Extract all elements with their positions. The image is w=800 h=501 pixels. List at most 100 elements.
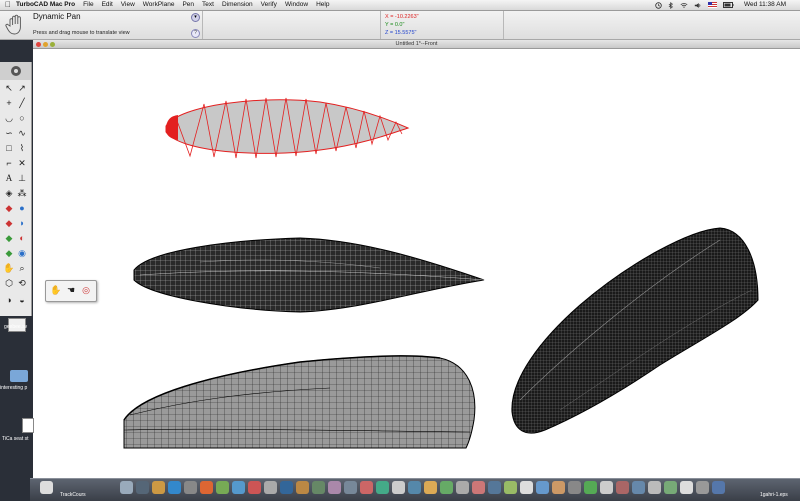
- preview-icon[interactable]: [232, 481, 245, 494]
- pan-tool-icon[interactable]: ✋: [3, 262, 15, 274]
- battery-icon[interactable]: [722, 2, 734, 8]
- hatch-tool-icon[interactable]: ◈: [3, 187, 15, 199]
- dock-app-18-icon[interactable]: [392, 481, 405, 494]
- garageband-icon[interactable]: [296, 481, 309, 494]
- walk-tool-icon[interactable]: ◒: [16, 294, 28, 306]
- dock-app-32-icon[interactable]: [616, 481, 629, 494]
- line-tool-icon[interactable]: ╱: [16, 97, 28, 109]
- dashboard-icon[interactable]: [136, 481, 149, 494]
- menu-file[interactable]: File: [83, 0, 93, 10]
- menu-dimension[interactable]: Dimension: [222, 0, 253, 10]
- imovie-icon[interactable]: [280, 481, 293, 494]
- apple-menu-icon[interactable]: : [0, 0, 16, 10]
- view-cube-icon[interactable]: ⬡: [3, 277, 15, 289]
- menu-verify[interactable]: Verify: [261, 0, 277, 10]
- hand-flyout-icon[interactable]: ☚: [65, 284, 77, 296]
- text-tool-icon[interactable]: A: [3, 172, 15, 184]
- toolbox-header[interactable]: [0, 62, 31, 80]
- tool-dropdown-button[interactable]: ▾: [191, 13, 200, 22]
- dock-app-26-icon[interactable]: [520, 481, 533, 494]
- flag-us-icon[interactable]: [707, 2, 717, 8]
- wifi-icon[interactable]: [680, 2, 688, 9]
- loft-tool-icon[interactable]: ◆: [3, 247, 15, 259]
- menu-pen[interactable]: Pen: [182, 0, 194, 10]
- acrobat-icon[interactable]: [360, 481, 373, 494]
- curve-tool-icon[interactable]: ∽: [3, 127, 15, 139]
- extrude-tool-icon[interactable]: ◆: [3, 232, 15, 244]
- hull-3d-mesh[interactable]: [511, 227, 759, 434]
- menu-help[interactable]: Help: [316, 0, 329, 10]
- dock-app-33-icon[interactable]: [632, 481, 645, 494]
- dock-app-38-icon[interactable]: [712, 481, 725, 494]
- volume-icon[interactable]: [694, 2, 702, 9]
- dock-app-icon[interactable]: [40, 481, 53, 494]
- document-titlebar[interactable]: Untitled 1*--Front: [33, 40, 800, 49]
- node-select-icon[interactable]: ↗: [16, 82, 28, 94]
- fuselage-side-mesh[interactable]: [133, 237, 485, 313]
- dock-app-24-icon[interactable]: [488, 481, 501, 494]
- orbit-flyout-icon[interactable]: ◎: [80, 284, 92, 296]
- orbit-tool-icon[interactable]: ⟲: [16, 277, 28, 289]
- ichat-icon[interactable]: [184, 481, 197, 494]
- ical-icon[interactable]: [216, 481, 229, 494]
- dock-app-21-icon[interactable]: [440, 481, 453, 494]
- rectangle-tool-icon[interactable]: □: [3, 142, 15, 154]
- arc-tool-icon[interactable]: ◡: [3, 112, 15, 124]
- revolve-tool-icon[interactable]: ◐: [16, 232, 28, 244]
- desktop-icon-file-3[interactable]: [22, 418, 34, 433]
- dock-app-19-icon[interactable]: [408, 481, 421, 494]
- gear-icon[interactable]: [6, 64, 26, 78]
- zoom-button[interactable]: [50, 41, 55, 47]
- pan-flyout-icon[interactable]: ✋: [50, 284, 62, 296]
- hull-bottom-mesh[interactable]: [123, 355, 476, 449]
- dock-app-30-icon[interactable]: [584, 481, 597, 494]
- itunes-icon[interactable]: [248, 481, 261, 494]
- folder-icon[interactable]: [10, 370, 28, 382]
- dock-app-27-icon[interactable]: [536, 481, 549, 494]
- menu-edit[interactable]: Edit: [102, 0, 113, 10]
- app-menu[interactable]: TurboCAD Mac Pro: [16, 0, 75, 10]
- cylinder-tool-icon[interactable]: ◆: [3, 217, 15, 229]
- delete-segment-icon[interactable]: ✕: [16, 157, 28, 169]
- menu-text[interactable]: Text: [202, 0, 214, 10]
- menu-view[interactable]: View: [121, 0, 135, 10]
- dock-app-34-icon[interactable]: [648, 481, 661, 494]
- help-button[interactable]: ?: [191, 29, 200, 38]
- boolean-tool-icon[interactable]: ◉: [16, 247, 28, 259]
- menubar-clock[interactable]: Wed 11:38 AM: [744, 0, 786, 10]
- dock-app-36-icon[interactable]: [680, 481, 693, 494]
- drawing-canvas[interactable]: [33, 49, 800, 479]
- spline-tool-icon[interactable]: ∿: [16, 127, 28, 139]
- dock-app-29-icon[interactable]: [568, 481, 581, 494]
- spaces-icon[interactable]: [312, 481, 325, 494]
- airfoil-profile-wireframe[interactable]: [165, 97, 410, 159]
- minimize-button[interactable]: [43, 41, 48, 47]
- dock-app-37-icon[interactable]: [696, 481, 709, 494]
- system-prefs-icon[interactable]: [344, 481, 357, 494]
- mail-icon[interactable]: [152, 481, 165, 494]
- dock-app-20-icon[interactable]: [424, 481, 437, 494]
- iphoto-icon[interactable]: [264, 481, 277, 494]
- menu-window[interactable]: Window: [285, 0, 308, 10]
- finder-icon[interactable]: [120, 481, 133, 494]
- dock-app-22-icon[interactable]: [456, 481, 469, 494]
- circle-tool-icon[interactable]: ○: [16, 112, 28, 124]
- dock-app-31-icon[interactable]: [600, 481, 613, 494]
- dock-app-35-icon[interactable]: [664, 481, 677, 494]
- box-tool-icon[interactable]: ◆: [3, 202, 15, 214]
- render-tool-icon[interactable]: ◑: [3, 294, 15, 306]
- cone-tool-icon[interactable]: ◗: [16, 217, 28, 229]
- dock-app-28-icon[interactable]: [552, 481, 565, 494]
- menu-workplane[interactable]: WorkPlane: [143, 0, 175, 10]
- dock-app-23-icon[interactable]: [472, 481, 485, 494]
- select-arrow-icon[interactable]: ↖: [3, 82, 15, 94]
- addressbook-icon[interactable]: [200, 481, 213, 494]
- bluetooth-icon[interactable]: [668, 1, 674, 9]
- dock-app-17-icon[interactable]: [376, 481, 389, 494]
- timemachine-dock-icon[interactable]: [328, 481, 341, 494]
- point-tool-icon[interactable]: +: [3, 97, 15, 109]
- polyline-tool-icon[interactable]: ⌇: [16, 142, 28, 154]
- time-machine-icon[interactable]: [655, 1, 662, 9]
- safari-icon[interactable]: [168, 481, 181, 494]
- dock-app-25-icon[interactable]: [504, 481, 517, 494]
